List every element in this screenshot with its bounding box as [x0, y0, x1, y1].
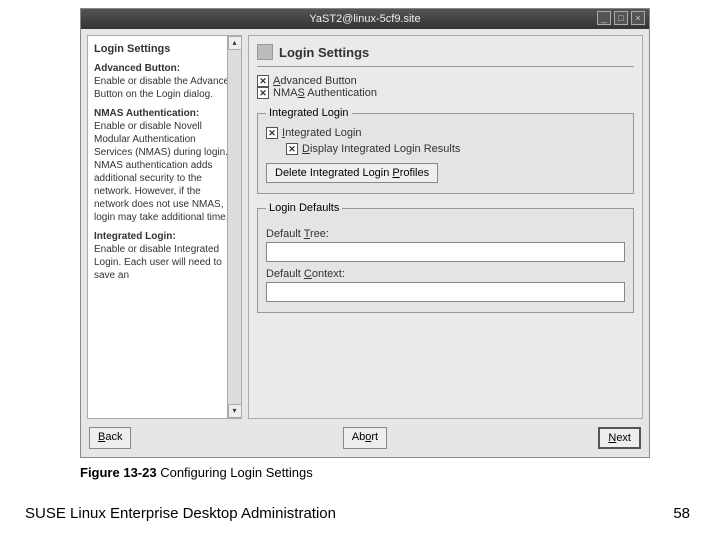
footer-page: 58 — [673, 505, 690, 522]
back-button[interactable]: Back — [89, 427, 131, 449]
default-context-input[interactable] — [266, 282, 625, 302]
advanced-button-checkbox-row: ✕ Advanced Button — [257, 75, 634, 87]
footer-title: SUSE Linux Enterprise Desktop Administra… — [25, 505, 336, 522]
help-section-nmas: NMAS Authentication: Enable or disable N… — [94, 107, 235, 224]
advanced-button-label: Advanced Button — [273, 75, 357, 87]
wizard-button-bar: Back Abort Next — [87, 425, 643, 451]
integrated-login-legend: Integrated Login — [266, 107, 352, 119]
help-heading: NMAS Authentication: — [94, 108, 199, 119]
main-panel: Login Settings ✕ Advanced Button ✕ NMAS … — [248, 35, 643, 419]
help-heading: Advanced Button: — [94, 63, 180, 74]
titlebar[interactable]: YaST2@linux-5cf9.site _ □ × — [81, 9, 649, 29]
next-button[interactable]: Next — [598, 427, 641, 449]
advanced-button-checkbox[interactable]: ✕ — [257, 75, 269, 87]
display-results-label: Display Integrated Login Results — [302, 143, 460, 155]
nmas-auth-checkbox[interactable]: ✕ — [257, 87, 269, 99]
panes: Login Settings Advanced Button: Enable o… — [87, 35, 643, 419]
help-panel: Login Settings Advanced Button: Enable o… — [87, 35, 242, 419]
help-body: Enable or disable Novell Modular Authent… — [94, 120, 235, 224]
window-title: YaST2@linux-5cf9.site — [309, 13, 420, 25]
default-context-label: Default Context: — [266, 268, 625, 280]
help-section-integrated: Integrated Login: Enable or disable Inte… — [94, 230, 235, 282]
help-heading: Integrated Login: — [94, 231, 176, 242]
figure-caption: Figure 13-23 Configuring Login Settings — [80, 465, 313, 480]
figure-text: Configuring Login Settings — [157, 465, 313, 480]
yast-window: YaST2@linux-5cf9.site _ □ × Login Settin… — [80, 8, 650, 458]
display-results-checkbox[interactable]: ✕ — [286, 143, 298, 155]
default-tree-label: Default Tree: — [266, 228, 625, 240]
login-defaults-legend: Login Defaults — [266, 202, 342, 214]
minimize-button[interactable]: _ — [597, 11, 611, 25]
main-header: Login Settings — [257, 44, 634, 67]
login-defaults-group: Login Defaults Default Tree: Default Con… — [257, 202, 634, 313]
abort-button[interactable]: Abort — [343, 427, 387, 449]
close-button[interactable]: × — [631, 11, 645, 25]
help-title: Login Settings — [94, 42, 235, 56]
top-checks: ✕ Advanced Button ✕ NMAS Authentication — [257, 75, 634, 99]
nmas-auth-checkbox-row: ✕ NMAS Authentication — [257, 87, 634, 99]
integrated-login-group: Integrated Login ✕ Integrated Login ✕ Di… — [257, 107, 634, 194]
scroll-down-button[interactable]: ▾ — [228, 404, 242, 418]
default-tree-input[interactable] — [266, 242, 625, 262]
nmas-auth-label: NMAS Authentication — [273, 87, 377, 99]
help-body: Enable or disable the Advanced Button on… — [94, 75, 235, 101]
integrated-login-label: Integrated Login — [282, 127, 362, 139]
integrated-login-checkbox-row: ✕ Integrated Login — [266, 127, 625, 139]
maximize-button[interactable]: □ — [614, 11, 628, 25]
help-section-advanced: Advanced Button: Enable or disable the A… — [94, 62, 235, 101]
delete-profiles-row: Delete Integrated Login Profiles — [266, 163, 625, 183]
main-heading: Login Settings — [279, 45, 369, 60]
help-scrollbar[interactable]: ▴ ▾ — [227, 36, 241, 418]
integrated-login-checkbox[interactable]: ✕ — [266, 127, 278, 139]
login-settings-icon — [257, 44, 273, 60]
display-results-checkbox-row: ✕ Display Integrated Login Results — [286, 143, 625, 155]
help-body: Enable or disable Integrated Login. Each… — [94, 243, 235, 282]
window-buttons: _ □ × — [597, 11, 645, 25]
client-area: Login Settings Advanced Button: Enable o… — [81, 29, 649, 457]
scroll-up-button[interactable]: ▴ — [228, 36, 242, 50]
figure-label: Figure 13-23 — [80, 465, 157, 480]
delete-profiles-button[interactable]: Delete Integrated Login Profiles — [266, 163, 438, 183]
